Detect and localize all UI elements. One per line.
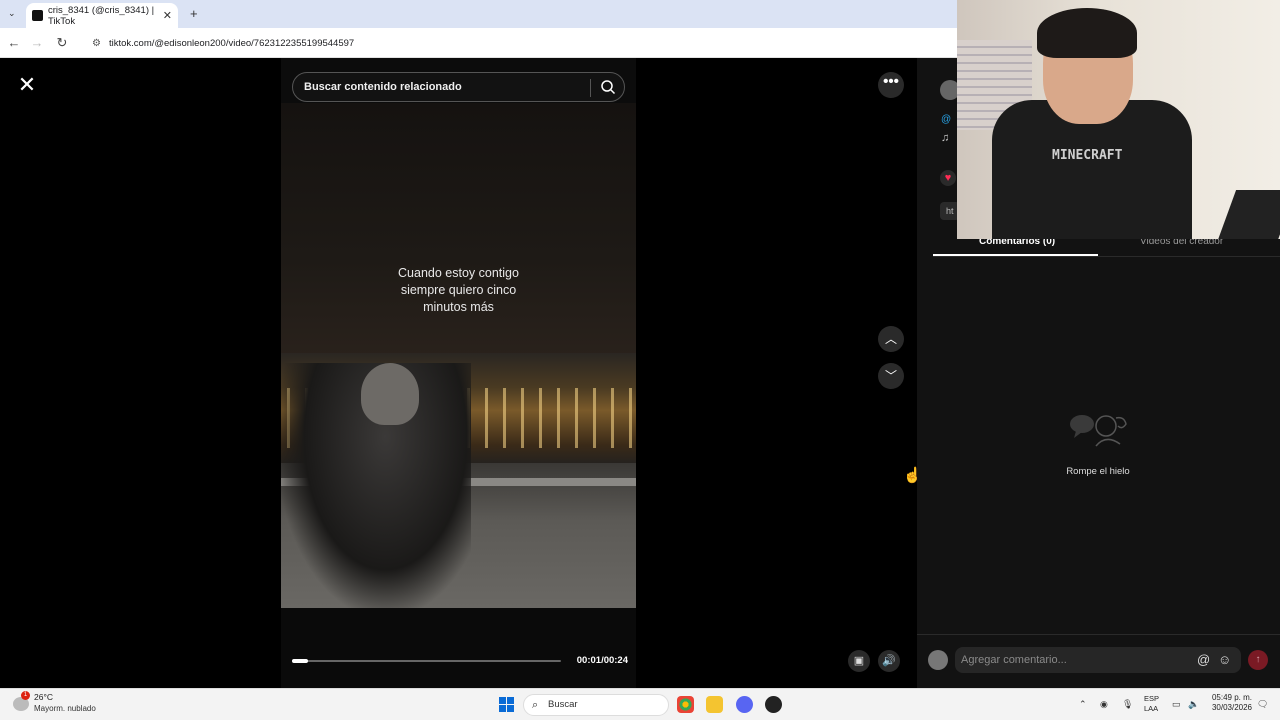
forward-arrow-icon[interactable]: → bbox=[28, 34, 46, 52]
video-caption: Cuando estoy contigo siempre quiero cinc… bbox=[351, 265, 566, 316]
weather-temperature[interactable]: 26°C bbox=[34, 692, 53, 702]
clock-date: 30/03/2026 bbox=[1211, 703, 1252, 712]
floating-player-icon[interactable]: ▣ bbox=[848, 650, 870, 672]
tab-list-chevron-icon[interactable]: ⌄ bbox=[8, 8, 16, 19]
windows-start-icon[interactable] bbox=[499, 697, 514, 712]
comment-bar-divider bbox=[917, 634, 1280, 635]
reload-icon[interactable]: ↻ bbox=[53, 34, 71, 52]
user-avatar bbox=[928, 650, 948, 670]
close-viewer-icon[interactable]: ✕ bbox=[14, 72, 40, 98]
keyboard-layout: LAA bbox=[1144, 704, 1159, 713]
browser-tab-tiktok[interactable]: cris_8341 (@cris_8341) | TikTok ✕ bbox=[26, 3, 178, 28]
search-placeholder: Buscar contenido relacionado bbox=[304, 81, 462, 93]
video-sky bbox=[281, 103, 636, 363]
video-progress-bar[interactable] bbox=[292, 659, 561, 663]
weather-description[interactable]: Mayorm. nublado bbox=[34, 704, 96, 713]
new-tab-button[interactable]: + bbox=[190, 6, 198, 21]
search-divider bbox=[590, 79, 591, 97]
more-options-icon[interactable]: ••• bbox=[878, 72, 904, 98]
tabs-divider bbox=[933, 256, 1280, 257]
taskbar-search[interactable]: ⌕ Buscar bbox=[523, 694, 669, 716]
video-hood bbox=[361, 363, 419, 425]
caption-line: minutos más bbox=[423, 300, 494, 314]
volume-icon[interactable]: 🔊 bbox=[878, 650, 900, 672]
language-code: ESP bbox=[1144, 694, 1160, 703]
empty-comments-bubble-icon bbox=[1070, 415, 1127, 447]
search-icon[interactable] bbox=[600, 79, 616, 95]
chrome-icon[interactable] bbox=[677, 696, 694, 713]
taskbar-clock[interactable]: 05:49 p. m. 30/03/2026 bbox=[1208, 693, 1252, 713]
emoji-icon[interactable]: ☺ bbox=[1218, 652, 1231, 667]
speaker-icon[interactable]: 🔈 bbox=[1188, 699, 1199, 710]
video-bottom-band bbox=[281, 608, 636, 688]
notifications-icon[interactable]: 🗨 bbox=[1257, 699, 1268, 710]
file-explorer-icon[interactable] bbox=[706, 696, 723, 713]
tab-title: cris_8341 (@cris_8341) | TikTok bbox=[48, 4, 155, 27]
music-note-icon[interactable]: ♫ bbox=[941, 132, 949, 144]
microphone-icon[interactable]: 🎙 bbox=[1122, 699, 1133, 710]
network-icon[interactable]: ▭ bbox=[1172, 699, 1181, 710]
hand-cursor-icon: ☝ bbox=[903, 467, 922, 484]
caption-line: Cuando estoy contigo bbox=[398, 266, 519, 280]
empty-comments-text: Rompe el hielo bbox=[1066, 466, 1130, 477]
clock-time: 05:49 p. m. bbox=[1211, 693, 1252, 702]
tiktok-favicon-icon bbox=[32, 10, 43, 21]
windows-taskbar: 1 26°C Mayorm. nublado ⌕ Buscar ⌃ ◉ 🎙 ES… bbox=[0, 688, 1280, 720]
like-heart-icon[interactable]: ♥ bbox=[940, 170, 956, 186]
tray-chevron-up-icon[interactable]: ⌃ bbox=[1079, 699, 1087, 710]
webcam-shirt-logo: MINECRAFT bbox=[1052, 148, 1123, 163]
webcam-keyboard bbox=[1217, 190, 1280, 239]
previous-video-chevron-up-icon[interactable]: ︿ bbox=[878, 326, 904, 352]
send-arrow-up-icon[interactable]: ↑ bbox=[1248, 650, 1268, 670]
back-arrow-icon[interactable]: ← bbox=[5, 34, 23, 52]
search-icon: ⌕ bbox=[532, 699, 539, 711]
webcam-person-hair bbox=[1037, 8, 1137, 58]
address-bar[interactable]: ⚙ tiktok.com/@edisonleon200/video/762312… bbox=[84, 32, 954, 54]
site-info-icon[interactable]: ⚙ bbox=[92, 38, 101, 49]
webcam-overlay: MINECRAFT bbox=[957, 0, 1280, 239]
creator-handle-fragment[interactable]: @ bbox=[941, 114, 951, 125]
video-progress-fill bbox=[292, 659, 309, 663]
url-text: tiktok.com/@edisonleon200/video/76231223… bbox=[108, 37, 355, 49]
tab-close-icon[interactable]: ✕ bbox=[163, 9, 172, 22]
tray-app-icon[interactable]: ◉ bbox=[1100, 699, 1108, 710]
language-indicator[interactable]: ESP LAA bbox=[1144, 694, 1159, 714]
related-search-input[interactable]: Buscar contenido relacionado bbox=[292, 72, 625, 102]
mention-icon[interactable]: @ bbox=[1197, 652, 1210, 667]
caption-line: siempre quiero cinco bbox=[400, 283, 517, 297]
taskbar-search-label: Buscar bbox=[548, 699, 578, 710]
next-video-chevron-down-icon[interactable]: ﹀ bbox=[878, 363, 904, 389]
video-timecode: 00:01/00:24 bbox=[576, 655, 628, 666]
app-icon[interactable] bbox=[765, 696, 782, 713]
video-player[interactable]: Cuando estoy contigo siempre quiero cinc… bbox=[281, 58, 636, 688]
weather-badge: 1 bbox=[21, 691, 30, 700]
discord-icon[interactable] bbox=[736, 696, 753, 713]
